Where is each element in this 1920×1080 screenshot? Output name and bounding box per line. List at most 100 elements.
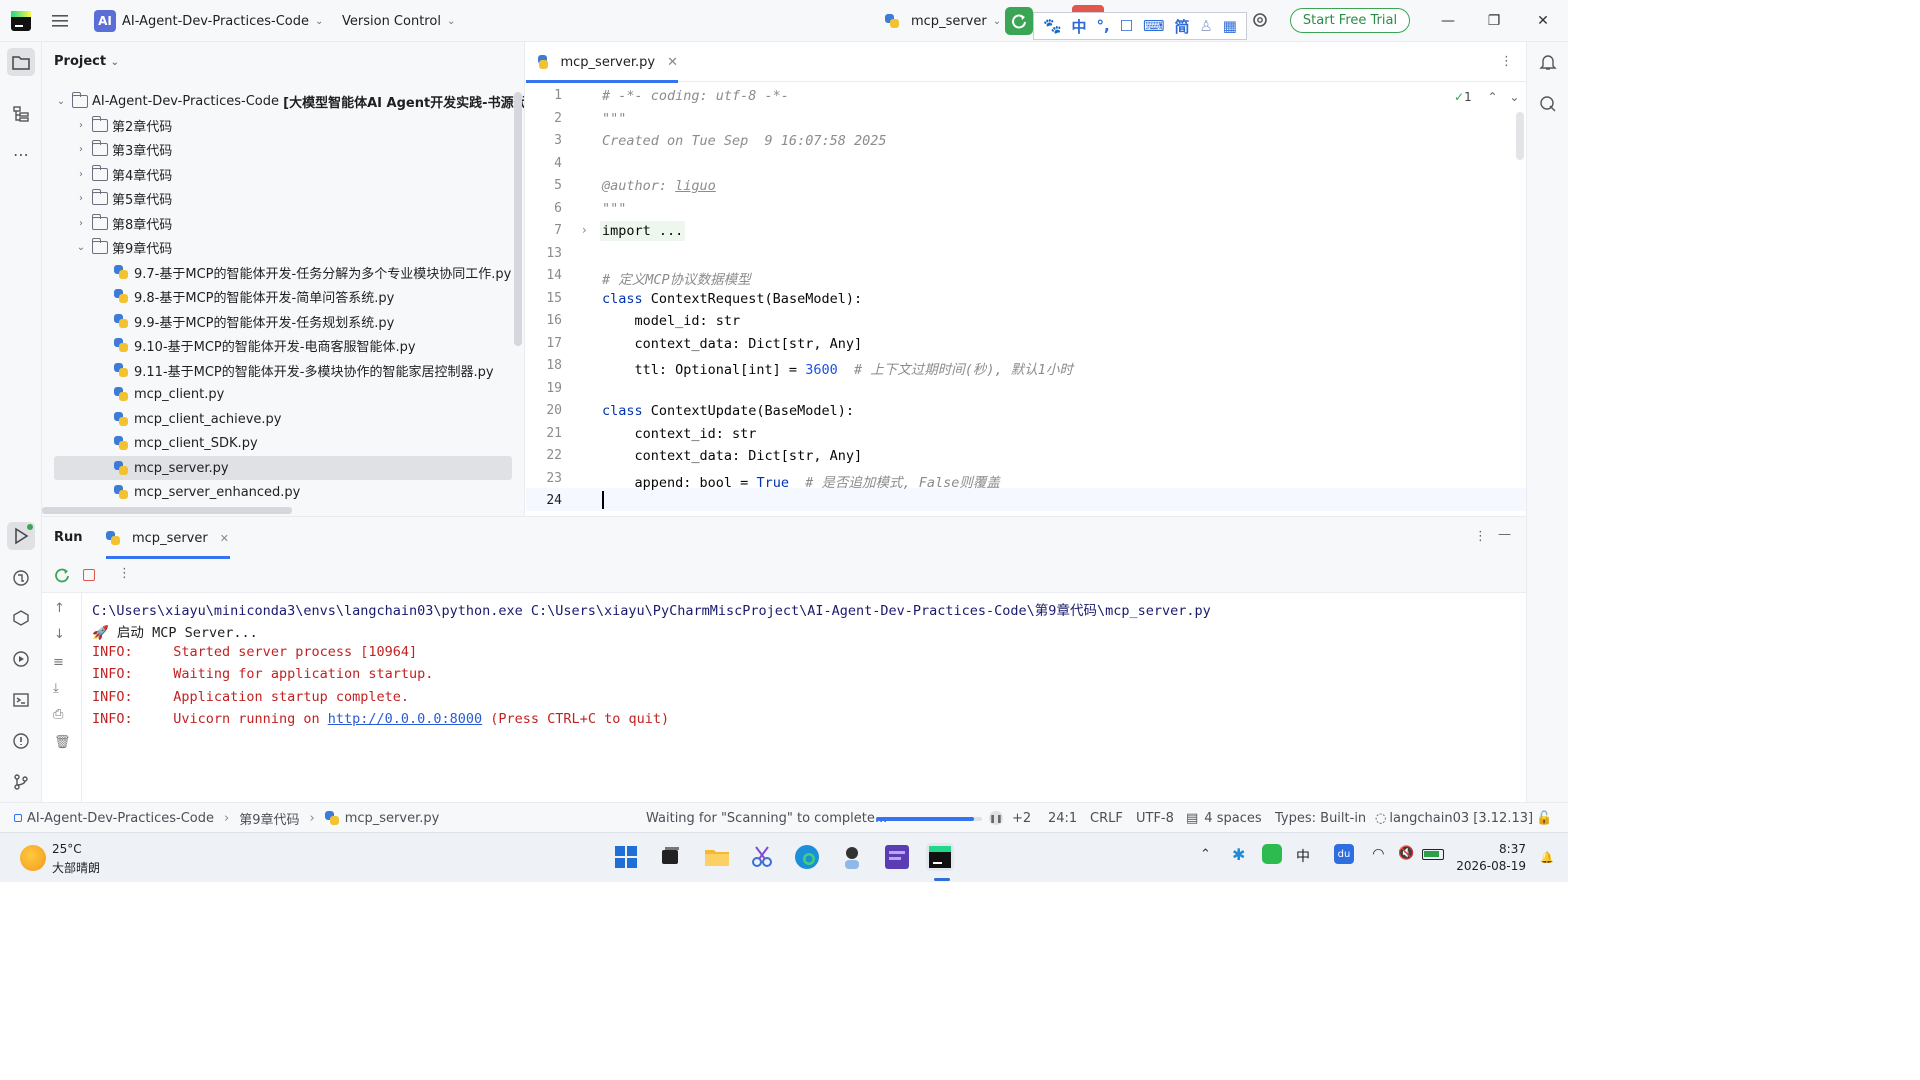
- code-line[interactable]: context_data: Dict[str, Any]: [602, 448, 863, 464]
- run-tab[interactable]: mcp_server ✕: [106, 517, 230, 559]
- start-menu-icon[interactable]: [612, 843, 640, 871]
- tree-file[interactable]: 9.8-基于MCP的智能体开发-简单问答系统.py: [114, 284, 394, 308]
- tree-folder[interactable]: › 第8章代码: [74, 211, 172, 235]
- rerun-button[interactable]: [1005, 7, 1033, 35]
- chevron-down-icon[interactable]: ⌄: [74, 242, 88, 253]
- tree-folder[interactable]: › 第4章代码: [74, 162, 172, 186]
- baidu-icon[interactable]: du: [1334, 844, 1354, 864]
- code-line[interactable]: """: [602, 201, 626, 217]
- run-tool-icon[interactable]: [7, 522, 35, 550]
- ai-assistant-icon[interactable]: [1538, 94, 1558, 114]
- pycharm-taskbar-icon[interactable]: [926, 843, 954, 871]
- vcs-menu[interactable]: Version Control ⌄: [342, 0, 455, 42]
- chevron-down-icon[interactable]: ⌄: [1509, 90, 1519, 104]
- tree-root[interactable]: ⌄ AI-Agent-Dev-Practices-Code [大模型智能体AI …: [54, 89, 524, 113]
- chevron-right-icon[interactable]: ›: [74, 169, 88, 180]
- edge-browser-icon[interactable]: [793, 843, 821, 871]
- arrow-down-icon[interactable]: ↓: [54, 627, 65, 642]
- chevron-up-icon[interactable]: ⌃: [1488, 90, 1498, 104]
- structure-tool-icon[interactable]: [7, 100, 35, 128]
- notification-center-icon[interactable]: 🔔: [1540, 851, 1554, 864]
- wifi-icon[interactable]: ◜◝: [1373, 846, 1384, 862]
- visual-studio-icon[interactable]: [883, 843, 911, 871]
- grid-icon[interactable]: ▦: [1223, 17, 1237, 35]
- chevron-right-icon[interactable]: ›: [74, 193, 88, 204]
- paw-icon[interactable]: 🐾: [1043, 17, 1062, 35]
- code-line[interactable]: model_id: str: [602, 313, 741, 329]
- more-actions-icon[interactable]: ⋮: [118, 566, 131, 581]
- cup-icon[interactable]: ☐: [1120, 17, 1133, 35]
- tree-file[interactable]: 9.7-基于MCP的智能体开发-任务分解为多个专业模块协同工作.py: [114, 260, 511, 284]
- user-icon[interactable]: ♙: [1199, 17, 1212, 35]
- arrow-up-icon[interactable]: ↑: [54, 601, 65, 616]
- start-free-trial-button[interactable]: Start Free Trial: [1290, 8, 1410, 33]
- code-line[interactable]: # -*- coding: utf-8 -*-: [602, 88, 789, 104]
- trash-icon[interactable]: 🗑: [54, 735, 71, 750]
- code-line[interactable]: Created on Tue Sep 9 16:07:58 2025: [602, 133, 886, 149]
- minimize-button[interactable]: —: [1425, 0, 1471, 42]
- clock-date[interactable]: 2026-08-19: [1452, 859, 1526, 873]
- tree-folder[interactable]: › 第2章代码: [74, 113, 172, 137]
- editor-scrollbar[interactable]: [1516, 112, 1524, 160]
- horizontal-scrollbar[interactable]: [42, 507, 292, 514]
- server-url-link[interactable]: http://0.0.0.0:8000: [328, 711, 482, 727]
- task-view-icon[interactable]: [656, 843, 684, 871]
- restore-button[interactable]: ❐: [1471, 0, 1517, 42]
- background-task[interactable]: Waiting for "Scanning" to complete...: [646, 803, 887, 833]
- print-icon[interactable]: ⎙: [53, 707, 63, 722]
- run-options-icon[interactable]: ⋮: [1474, 529, 1487, 544]
- tree-folder-expanded[interactable]: ⌄ 第9章代码: [74, 235, 172, 259]
- wechat-icon[interactable]: [1262, 844, 1282, 864]
- chevron-up-icon[interactable]: ⌃: [1200, 847, 1211, 862]
- ime-indicator[interactable]: 中: [1296, 846, 1310, 866]
- pycharm-logo-icon[interactable]: [11, 11, 31, 31]
- types-setting[interactable]: Types: Built-in: [1275, 803, 1366, 833]
- python-console-icon[interactable]: [7, 564, 35, 592]
- tree-file[interactable]: 9.10-基于MCP的智能体开发-电商客服智能体.py: [114, 333, 416, 357]
- pause-icon[interactable]: ❚❚: [989, 811, 1003, 825]
- interpreter-selector[interactable]: ◌ langchain03 [3.12.13]: [1375, 803, 1533, 833]
- ime-mode-simplified[interactable]: 简: [1175, 16, 1190, 37]
- punctuation-icon[interactable]: °,: [1096, 17, 1109, 35]
- speaker-muted-icon[interactable]: 🔇: [1398, 846, 1414, 861]
- fold-expand-icon[interactable]: ›: [582, 223, 587, 237]
- bluetooth-icon[interactable]: ✱: [1232, 845, 1245, 864]
- clock-time[interactable]: 8:37: [1490, 842, 1526, 856]
- tree-file-selected[interactable]: mcp_server.py: [54, 456, 512, 480]
- tab-options-icon[interactable]: ⋮: [1500, 54, 1513, 69]
- code-line[interactable]: @author: liguo: [602, 178, 716, 194]
- problems-icon[interactable]: [7, 727, 35, 755]
- tree-folder[interactable]: › 第5章代码: [74, 186, 172, 210]
- hide-panel-icon[interactable]: —: [1498, 527, 1511, 542]
- project-panel-header[interactable]: Project ⌄: [54, 54, 119, 69]
- keyboard-icon[interactable]: ⌨: [1143, 17, 1165, 35]
- tree-file[interactable]: mcp_server_enhanced.py: [114, 480, 300, 504]
- snipping-tool-icon[interactable]: [748, 843, 776, 871]
- settings-gear-icon[interactable]: [1250, 10, 1270, 30]
- chevron-right-icon[interactable]: ›: [74, 120, 88, 131]
- folded-imports[interactable]: import ...: [600, 221, 686, 241]
- file-encoding[interactable]: UTF-8: [1136, 803, 1174, 833]
- ime-toolbar[interactable]: 🐾 中 °, ☐ ⌨ 简 ♙ ▦: [1033, 12, 1247, 40]
- code-line[interactable]: """: [602, 111, 626, 127]
- tree-file[interactable]: 9.11-基于MCP的智能体开发-多模块协作的智能家居控制器.py: [114, 358, 494, 382]
- notifications-bell-icon[interactable]: [1538, 52, 1558, 72]
- terminal-icon[interactable]: [7, 686, 35, 714]
- app-avatar-icon[interactable]: [838, 843, 866, 871]
- indent-setting[interactable]: ▤ 4 spaces: [1186, 803, 1262, 833]
- code-line[interactable]: context_data: Dict[str, Any]: [602, 336, 863, 352]
- close-tab-icon[interactable]: ✕: [220, 532, 229, 545]
- lock-icon[interactable]: 🔓: [1536, 803, 1552, 833]
- vertical-scrollbar[interactable]: [514, 92, 522, 346]
- scroll-to-end-icon[interactable]: ⤓: [53, 681, 59, 696]
- code-line[interactable]: context_id: str: [602, 426, 757, 442]
- code-line[interactable]: ttl: Optional[int] = 3600 # 上下文过期时间(秒), …: [602, 358, 1073, 378]
- more-tasks[interactable]: +2: [1012, 803, 1031, 833]
- editor-tab[interactable]: mcp_server.py ✕: [526, 42, 678, 83]
- inspection-widget[interactable]: ✓1 ⌃ ⌄: [1454, 90, 1519, 104]
- more-tools-icon[interactable]: ⋯: [7, 140, 35, 168]
- run-config-selector[interactable]: mcp_server ⌄: [885, 0, 1001, 42]
- main-menu-icon[interactable]: [50, 11, 70, 31]
- close-tab-icon[interactable]: ✕: [667, 55, 678, 70]
- rerun-icon[interactable]: [54, 567, 70, 583]
